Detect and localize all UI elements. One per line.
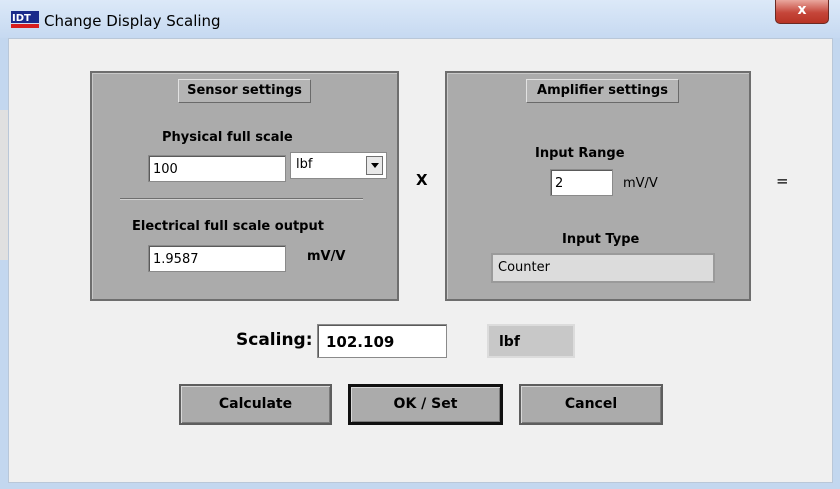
- cancel-button[interactable]: Cancel: [519, 384, 663, 425]
- sensor-settings-header[interactable]: Sensor settings: [178, 79, 311, 103]
- window-edge-strip: [0, 110, 8, 260]
- dropdown-arrow-button[interactable]: [366, 156, 383, 175]
- electrical-unit-label: mV/V: [307, 249, 346, 264]
- chevron-down-icon: [371, 163, 379, 168]
- close-icon: x: [797, 2, 807, 18]
- idt-logo-icon: IDT: [11, 11, 39, 28]
- input-type-field: Counter: [491, 253, 715, 283]
- electrical-full-scale-input[interactable]: 1.9587: [148, 245, 286, 272]
- physical-full-scale-input[interactable]: 100: [148, 155, 286, 182]
- amplifier-settings-header[interactable]: Amplifier settings: [526, 79, 679, 103]
- scaling-label: Scaling:: [236, 330, 313, 350]
- electrical-full-scale-label: Electrical full scale output: [132, 219, 324, 234]
- physical-full-scale-label: Physical full scale: [162, 130, 293, 145]
- title-bar[interactable]: IDT Change Display Scaling x: [0, 0, 840, 38]
- scaling-unit-field: lbf: [487, 324, 575, 358]
- ok-set-button[interactable]: OK / Set: [348, 384, 503, 425]
- window-title: Change Display Scaling: [44, 12, 221, 30]
- svg-text:IDT: IDT: [12, 13, 31, 24]
- multiply-operator: X: [416, 171, 428, 189]
- close-button[interactable]: x: [775, 0, 829, 24]
- input-type-label: Input Type: [562, 232, 640, 247]
- input-range-unit: mV/V: [623, 176, 658, 191]
- equals-operator: =: [776, 172, 789, 190]
- physical-unit-select[interactable]: lbf: [290, 152, 387, 179]
- scaling-input[interactable]: 102.109: [317, 324, 447, 358]
- dialog-window: IDT Change Display Scaling x Sensor sett…: [0, 0, 840, 489]
- input-range-label: Input Range: [535, 146, 625, 161]
- physical-unit-value: lbf: [296, 157, 313, 172]
- calculate-button[interactable]: Calculate: [179, 384, 332, 425]
- sensor-divider: [120, 198, 363, 200]
- input-range-input[interactable]: 2: [550, 169, 613, 196]
